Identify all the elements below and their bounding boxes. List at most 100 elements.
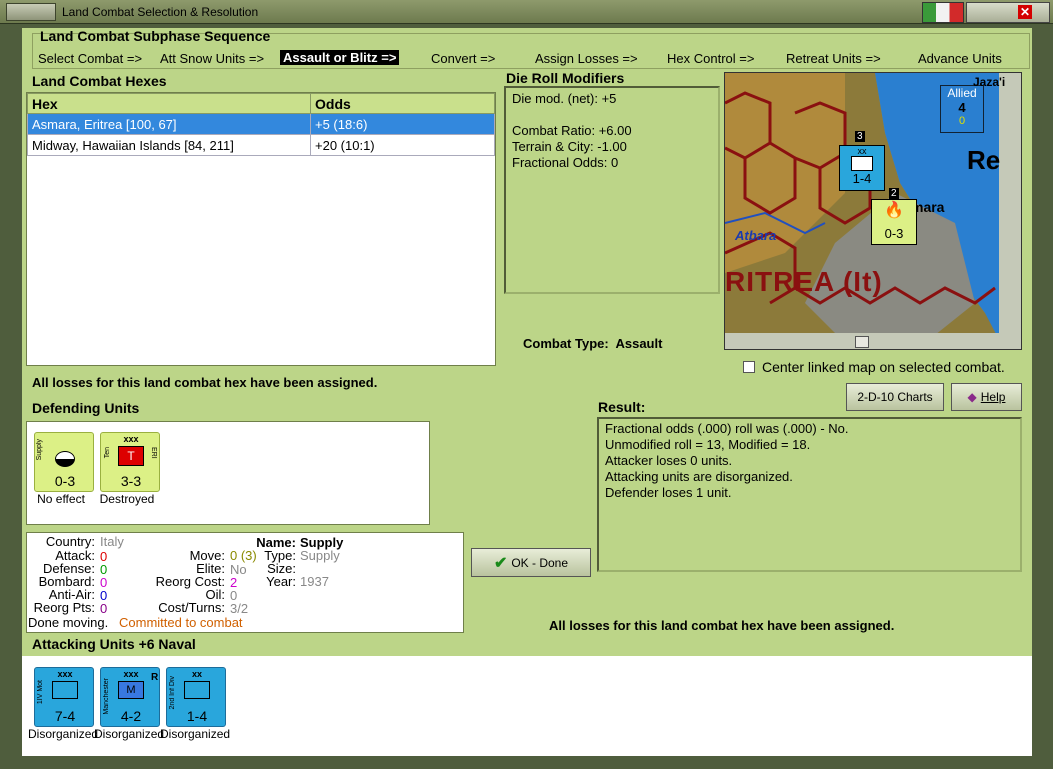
- step-advance: Advance Units: [918, 51, 1002, 66]
- unit-value: 1-4: [852, 171, 872, 186]
- allied-top-value: 4: [958, 100, 966, 115]
- result-line: Attacking units are disorganized.: [605, 469, 793, 484]
- linked-map[interactable]: Allied 4 0 Jaza'i Re mara Atbara RITREA …: [724, 72, 1022, 350]
- cell-odds: +20 (10:1): [310, 134, 495, 156]
- step-select-combat: Select Combat =>: [38, 51, 143, 66]
- step-att-snow: Att Snow Units =>: [160, 51, 265, 66]
- hexes-heading: Land Combat Hexes: [32, 73, 167, 89]
- ok-done-button[interactable]: ✔ OK - Done: [471, 548, 591, 577]
- defender-caption: Destroyed: [99, 492, 155, 506]
- col-odds[interactable]: Odds: [310, 93, 495, 114]
- modifier-line: Die mod. (net): +5: [512, 91, 617, 106]
- info-label: Cost/Turns:: [158, 600, 225, 615]
- done-moving: Done moving.: [28, 615, 109, 630]
- unit-value: 0-3: [884, 226, 904, 241]
- modifier-line: [512, 107, 712, 123]
- place-label-red-sea: Re: [967, 145, 1001, 175]
- motorized-infantry-icon: [52, 681, 78, 699]
- result-line: Unmodified roll = 13, Modified = 18.: [605, 437, 811, 452]
- infantry-icon: [851, 156, 873, 171]
- info-value: 0: [100, 601, 108, 616]
- info-value: 3/2: [230, 601, 249, 616]
- map-hscrollbar[interactable]: [725, 335, 999, 349]
- allied-bottom-value: 0: [958, 115, 966, 127]
- step-assault-blitz: Assault or Blitz =>: [280, 50, 400, 65]
- step-retreat: Retreat Units =>: [786, 51, 881, 66]
- unit-value: 3-3: [120, 473, 142, 489]
- combat-type: Combat Type: Assault: [523, 336, 662, 351]
- unit-size: xx: [857, 146, 867, 156]
- window-menu-button[interactable]: [6, 3, 56, 21]
- cell-odds: +5 (18:6): [310, 113, 495, 135]
- close-icon[interactable]: ✕: [1018, 5, 1032, 19]
- allied-marker[interactable]: Allied 4 0: [940, 85, 984, 133]
- subphase-heading: Land Combat Subphase Sequence: [40, 28, 271, 44]
- river-label: Atbara: [735, 228, 777, 243]
- close-button[interactable]: [966, 2, 1050, 23]
- combat-type-value: Assault: [615, 336, 663, 351]
- losses-message-2: All losses for this land combat hex have…: [549, 618, 895, 633]
- map-defender-unit[interactable]: 🔥 0-3: [871, 199, 917, 245]
- col-hex[interactable]: Hex: [27, 93, 311, 114]
- unit-type-icon: T: [118, 446, 144, 466]
- region-label: RITREA (It): [725, 266, 883, 297]
- infantry-icon: [184, 681, 210, 699]
- attacking-heading: Attacking Units +6 Naval: [32, 636, 196, 652]
- info-value: Italy: [100, 534, 124, 549]
- result-line: Defender loses 1 unit.: [605, 485, 732, 500]
- defender-unit-ten[interactable]: Ten ERI xxx T 3-3: [100, 432, 160, 492]
- committed-status: Committed to combat: [119, 615, 243, 630]
- help-label: Help: [980, 390, 1006, 404]
- center-map-checkbox[interactable]: [743, 361, 755, 373]
- unit-value: 7-4: [54, 708, 76, 724]
- table-row[interactable]: Midway, Hawaiian Islands [84, 211] +20 (1…: [27, 134, 495, 156]
- attacker-unit-2nd-inf[interactable]: 2nd Inf Div xx 1-4: [166, 667, 226, 727]
- result-line: Fractional odds (.000) roll was (.000) -…: [605, 421, 849, 436]
- combat-type-label: Combat Type:: [523, 336, 609, 351]
- unit-size: xx: [191, 669, 202, 679]
- step-hex-control: Hex Control =>: [667, 51, 755, 66]
- stack-count: 3: [855, 131, 865, 142]
- defending-heading: Defending Units: [32, 400, 140, 416]
- window-title: Land Combat Selection & Resolution: [62, 5, 259, 19]
- supply-icon: [55, 451, 75, 467]
- info-value: Supply: [300, 548, 340, 563]
- cell-hex: Midway, Hawaiian Islands [84, 211]: [27, 134, 311, 156]
- attacker-caption: Disorganized: [94, 727, 165, 741]
- unit-value: 4-2: [120, 708, 142, 724]
- table-row[interactable]: Asmara, Eritrea [100, 67] +5 (18:6): [27, 113, 495, 135]
- info-label: Reorg Pts:: [33, 600, 95, 615]
- center-map-label: Center linked map on selected combat.: [762, 359, 1005, 375]
- unit-side-label: 1IV Mot: [37, 680, 44, 705]
- checkmark-icon: ✔: [493, 554, 508, 572]
- result-heading: Result:: [598, 399, 646, 415]
- unit-value: 1-4: [186, 708, 208, 724]
- unit-flag: R: [151, 672, 159, 683]
- step-convert: Convert =>: [431, 51, 496, 66]
- map-vscrollbar[interactable]: [1001, 75, 1021, 331]
- modifier-line: Fractional Odds: 0: [512, 155, 619, 170]
- info-value: 1937: [300, 574, 329, 589]
- unit-side-label: 2nd Inf Div: [169, 676, 176, 710]
- help-button[interactable]: ◆ Help: [951, 383, 1022, 411]
- ok-label: OK - Done: [511, 555, 569, 570]
- stack-count: 2: [889, 188, 899, 199]
- unit-size: xxx: [123, 434, 139, 444]
- info-label: Year:: [266, 574, 296, 589]
- map-attacker-unit[interactable]: xx 1-4: [839, 145, 885, 191]
- info-label: Country:: [45, 534, 95, 549]
- unit-side-label: Ten: [104, 447, 111, 459]
- attacker-unit-manchester[interactable]: Manchester xxx R M 4-2: [100, 667, 160, 727]
- modifiers-box: Die mod. (net): +5 Combat Ratio: +6.00 T…: [504, 86, 720, 294]
- charts-button[interactable]: 2-D-10 Charts: [846, 383, 944, 411]
- unit-value: 0-3: [54, 473, 76, 489]
- attacker-unit-1iv[interactable]: 1IV Mot xxx 7-4: [34, 667, 94, 727]
- unit-size: xxx: [57, 669, 73, 679]
- defender-caption: No effect: [37, 492, 85, 506]
- unit-side-label: Supply: [36, 439, 43, 461]
- scroll-thumb[interactable]: [855, 336, 869, 348]
- defender-unit-supply[interactable]: Supply 0-3: [34, 432, 94, 492]
- result-line: Attacker loses 0 units.: [605, 453, 733, 468]
- italy-flag-icon: [922, 2, 964, 23]
- modifier-line: Terrain & City: -1.00: [512, 139, 627, 154]
